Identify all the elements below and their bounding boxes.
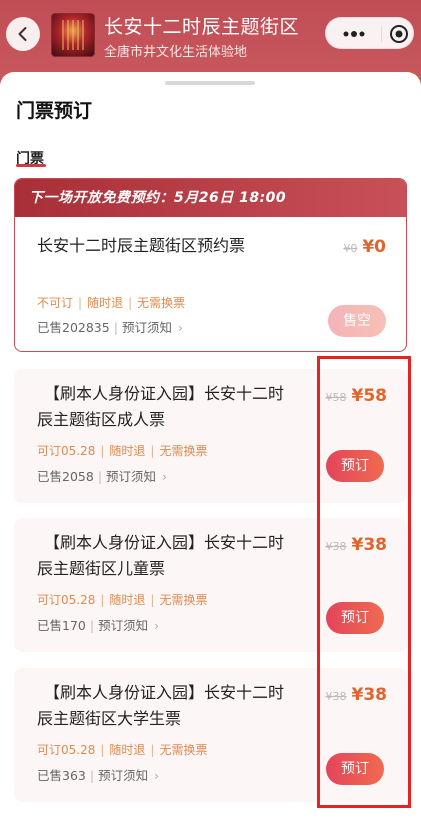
sold-info: 已售2058 | 预订须知 ›: [37, 469, 168, 484]
sold-info: 已售170 | 预订须知 ›: [37, 618, 160, 633]
ticket-name-line2[interactable]: 辰主题街区大学生票: [37, 706, 181, 732]
ticket-name-line2[interactable]: 辰主题街区儿童票: [37, 556, 165, 582]
ticket-tags: 可订05.28 | 随时退 | 无需换票: [37, 743, 208, 757]
chevron-right-icon: ›: [154, 768, 160, 783]
chevron-right-icon: ›: [154, 618, 160, 633]
target-circle-icon[interactable]: [384, 18, 414, 50]
tag-exchange: 无需换票: [159, 743, 208, 757]
sold-out-button[interactable]: 售空: [328, 305, 386, 337]
header-bar: 长安十二时辰主题街区 全唐市井文化生活体验地: [0, 0, 421, 78]
drag-handle[interactable]: [165, 81, 255, 85]
page-title: 长安十二时辰主题街区: [104, 16, 300, 38]
tag-refund: 随时退: [87, 296, 124, 310]
booking-notice-link[interactable]: 预订须知: [122, 320, 172, 335]
venue-thumbnail[interactable]: [51, 13, 95, 57]
chevron-right-icon: ›: [162, 469, 168, 484]
back-button[interactable]: [6, 17, 40, 51]
sold-count: 已售363: [37, 768, 86, 783]
booking-notice-link[interactable]: 预订须知: [98, 618, 148, 633]
sold-count: 已售2058: [37, 469, 94, 484]
tab-underline: [16, 164, 46, 167]
sold-count: 已售202835: [37, 320, 110, 335]
tag-refund: 随时退: [109, 444, 146, 458]
tag-refund: 随时退: [109, 593, 146, 607]
next-open-banner: 下一场开放免费预约：5月26日 18:00: [15, 179, 406, 217]
tag-exchange: 无需换票: [137, 296, 186, 310]
ticket-tags: 可订05.28 | 随时退 | 无需换票: [37, 444, 208, 458]
ticket-name[interactable]: 长安十二时辰主题街区预约票: [37, 233, 245, 259]
page-subtitle: 全唐市井文化生活体验地: [104, 45, 248, 60]
ticket-name-line1[interactable]: 【刷本人身份证入园】长安十二时: [44, 381, 284, 407]
booking-notice-link[interactable]: 预订须知: [106, 469, 156, 484]
section-title: 门票预订: [16, 100, 93, 122]
free-ticket-body: 长安十二时辰主题街区预约票 ¥0 ¥0 不可订 | 随时退 | 无需换票 已售202835…: [23, 217, 398, 345]
tag-availability: 不可订: [37, 296, 74, 310]
ticket-name-line1[interactable]: 【刷本人身份证入园】长安十二时: [44, 680, 284, 706]
free-reservation-card: 下一场开放免费预约：5月26日 18:00 长安十二时辰主题街区预约票 ¥0 ¥0…: [14, 178, 407, 352]
sold-info: 已售363 | 预订须知 ›: [37, 768, 160, 783]
original-price: ¥0: [343, 242, 358, 255]
capsule-divider: [381, 26, 382, 42]
ticket-tags: 可订05.28 | 随时退 | 无需换票: [37, 593, 208, 607]
booking-notice-link[interactable]: 预订须知: [98, 768, 148, 783]
chevron-left-icon: [18, 27, 27, 41]
ticket-name-line2[interactable]: 辰主题街区成人票: [37, 407, 165, 433]
tag-exchange: 无需换票: [159, 444, 208, 458]
ticket-name-line1[interactable]: 【刷本人身份证入园】长安十二时: [44, 530, 284, 556]
current-price: ¥0: [362, 237, 386, 257]
tag-availability: 可订05.28: [37, 444, 96, 458]
chevron-right-icon: ›: [177, 320, 183, 335]
tag-availability: 可订05.28: [37, 593, 96, 607]
highlight-box: [317, 356, 411, 808]
sold-count: 已售170: [37, 618, 86, 633]
tag-availability: 可订05.28: [37, 743, 96, 757]
ticket-tags: 不可订 | 随时退 | 无需换票: [37, 296, 186, 310]
sold-info: 已售202835 | 预订须知 ›: [37, 320, 183, 335]
tag-refund: 随时退: [109, 743, 146, 757]
more-dots-icon[interactable]: [338, 18, 370, 50]
price-block: ¥0 ¥0: [343, 237, 386, 257]
mini-program-capsule: [325, 17, 414, 49]
tag-exchange: 无需换票: [159, 593, 208, 607]
